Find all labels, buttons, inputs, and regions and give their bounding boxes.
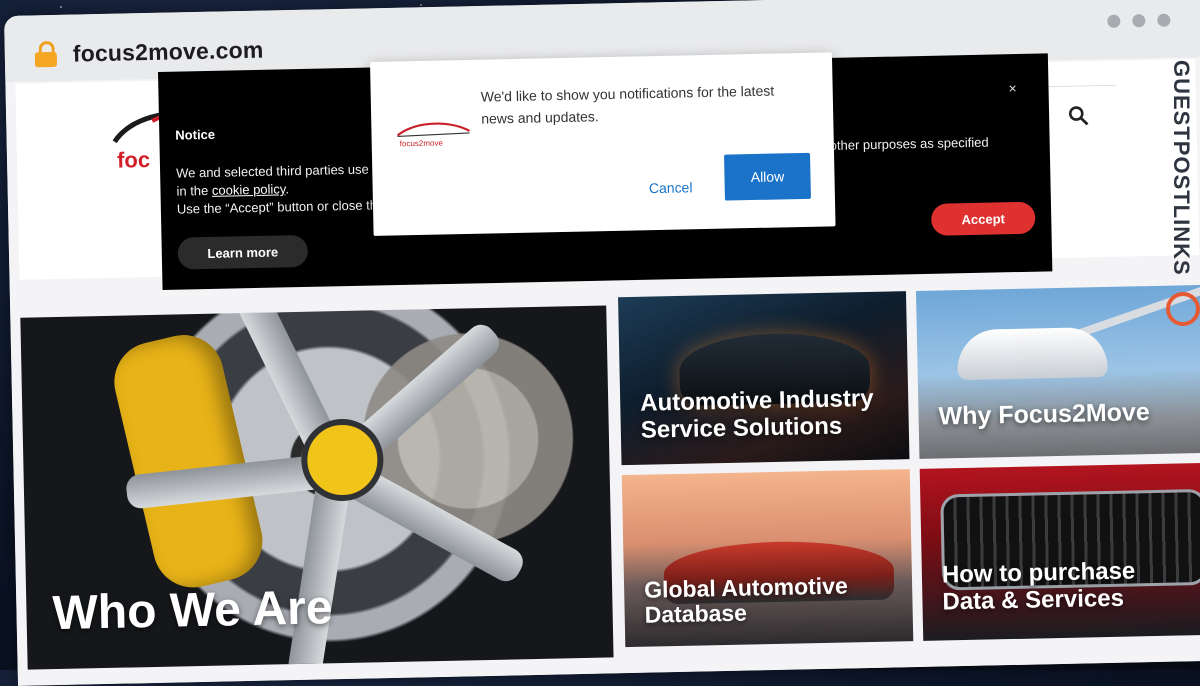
brake-caliper <box>106 326 271 596</box>
address-bar-url[interactable]: focus2move.com <box>73 37 264 68</box>
tile-label: Automotive Industry Service Solutions <box>639 385 874 444</box>
cancel-button[interactable]: Cancel <box>628 171 713 205</box>
learn-more-button[interactable]: Learn more <box>177 234 309 270</box>
window-controls <box>1107 13 1171 28</box>
feature-tiles: Who We Are Automotive Industry Service S… <box>20 284 1200 686</box>
star <box>420 4 422 6</box>
window-dot-2[interactable] <box>1132 14 1146 28</box>
cookie-policy-link[interactable]: cookie policy <box>212 181 286 198</box>
notification-prompt: focus2move We'd like to show you notific… <box>370 52 836 236</box>
logo-text[interactable]: foc <box>117 147 151 174</box>
close-icon[interactable]: × <box>1008 80 1017 96</box>
tile-label: Global Automotive Database <box>643 571 848 628</box>
focus2move-logo-icon: focus2move <box>396 122 470 148</box>
window-dot-3[interactable] <box>1157 13 1171 27</box>
cookie-line-2-suffix: . <box>285 181 290 197</box>
lock-icon <box>34 40 58 68</box>
accept-button[interactable]: Accept <box>930 201 1036 236</box>
car-image <box>956 326 1108 381</box>
tile-how-to-purchase[interactable]: How to purchase Data & Services <box>919 462 1200 641</box>
tile-label: How to purchase Data & Services <box>941 557 1136 616</box>
tile-why-focus2move[interactable]: Why Focus2Move <box>915 284 1200 459</box>
cookie-notice-title: Notice <box>175 126 216 143</box>
notif-logo-text: focus2move <box>400 138 444 148</box>
tile-global-automotive-database[interactable]: Global Automotive Database <box>621 469 914 648</box>
guestpostlinks-watermark: GUESTPOSTLINKS <box>1160 60 1200 360</box>
tile-who-we-are[interactable]: Who We Are <box>20 305 614 670</box>
link-icon <box>1166 292 1200 326</box>
watermark-text: GUESTPOSTLINKS <box>1169 60 1194 276</box>
tile-label: Who We Are <box>51 581 334 641</box>
tile-automotive-industry-service-solutions[interactable]: Automotive Industry Service Solutions <box>618 291 910 466</box>
notification-message: We'd like to show you notifications for … <box>480 82 775 127</box>
star <box>60 6 62 8</box>
cookie-line-2-prefix: in the <box>176 182 213 199</box>
window-dot-1[interactable] <box>1107 14 1121 28</box>
search-icon[interactable] <box>1066 103 1090 127</box>
tile-label: Why Focus2Move <box>938 398 1150 431</box>
allow-button[interactable]: Allow <box>724 152 811 201</box>
